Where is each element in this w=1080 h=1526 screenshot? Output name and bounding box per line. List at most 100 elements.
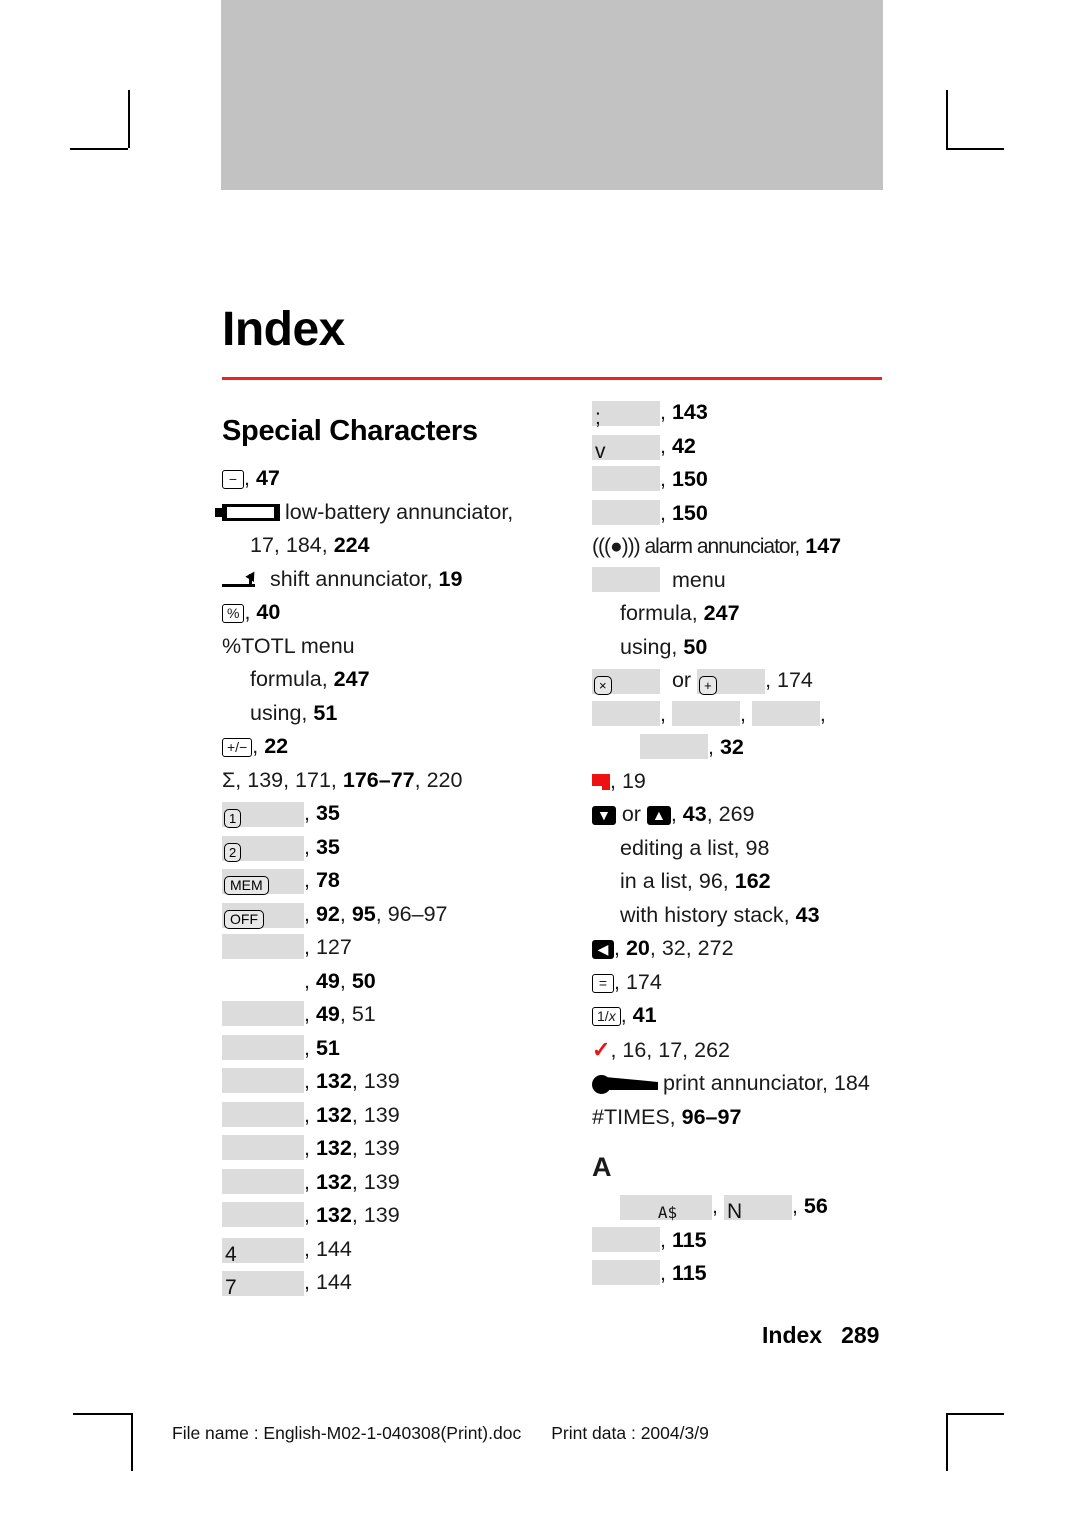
index-subentry: with history stack, 43 [620,902,820,927]
print-data-label: Print data : 2004/3/9 [551,1423,709,1443]
index-entry: , 132, 139 [222,1199,562,1233]
index-entry-label: %TOTL menu [222,633,355,658]
percent-key-icon: % [222,604,245,623]
letter-heading-a: A [592,1152,612,1182]
index-subentry: formula, 247 [250,667,370,691]
index-entry-conjunction: or [671,668,692,692]
header-gray-banner [221,0,883,190]
key-mem-label: MEM [224,876,269,895]
crop-mark-bottom-right [946,1413,1006,1473]
missing-glyph-box [222,1135,304,1160]
folio: Index 289 [762,1322,879,1349]
index-entry: −, 47 [222,462,562,496]
index-entry: menu [592,564,922,598]
crop-mark-top-right [946,90,1006,150]
box-char-n: N [726,1200,743,1223]
missing-glyph-box: 2 [222,835,304,862]
index-subentry-label: formula, [620,601,698,625]
index-subentry: formula, 247 [620,601,740,625]
index-entry: , 132, 139 [222,1065,562,1099]
plus-minus-key-icon: +/− [222,738,253,757]
alarm-annunciator-icon: (((●))) alarm annunciator, [592,535,800,558]
index-entry: , 115 [592,1257,922,1291]
index-entry: , 132, 139 [222,1132,562,1166]
missing-glyph-box: 7 [222,1271,304,1299]
box-char-v: v [595,439,606,463]
equals-key-icon: = [592,973,614,993]
reciprocal-key-icon: 1/x [592,1007,621,1026]
missing-glyph-box: N [723,1195,792,1223]
index-subentry-label: in a list, [620,869,693,893]
missing-glyph-box [592,466,660,491]
missing-glyph-box [222,1101,304,1127]
multiply-key-icon: × [594,676,612,695]
missing-glyph-box [592,1260,660,1285]
index-entry: low-battery annunciator, [215,496,562,530]
index-entry-continuation: 17, 184, 224 [250,533,370,557]
index-entry: v, 42 [592,430,922,464]
folio-label: Index [762,1322,823,1348]
a-dollar-display-box: A$ [620,1195,712,1222]
index-entry: +/−, 22 [222,730,562,764]
missing-glyph-box: ; [592,401,660,429]
missing-glyph-box [222,934,304,959]
red-flag-icon [592,773,610,790]
index-entry-label: menu [671,567,726,592]
plus-key-icon: + [699,676,717,695]
missing-glyph-box [592,499,660,525]
index-entry: , 51 [222,1032,562,1066]
missing-glyph-box: MEM [222,869,304,895]
box-char-semicolon: ; [595,406,601,429]
box-char-4: 4 [225,1242,237,1266]
missing-glyph-box [592,566,660,592]
missing-glyph-box: OFF [222,902,304,929]
index-entry-label: shift annunciator, [270,566,433,591]
missing-glyph-box [751,700,820,726]
index-entry: , 150 [592,497,922,531]
missing-glyph-box [592,700,660,726]
index-column-right: ;, 143 v, 42 , 150 , 150 (((●))) alarm a… [592,396,922,1291]
index-entry: =, 174 [592,966,922,1000]
crop-mark-bottom-left [73,1413,133,1473]
print-production-footer: File name : English-M02-1-040308(Print).… [172,1423,709,1444]
index-entry: %, 40 [222,596,562,630]
index-entry: shift annunciator, 19 [222,563,562,597]
missing-glyph-box: v [592,434,660,463]
key-2-label: 2 [224,842,242,862]
missing-glyph-box [671,700,740,726]
index-subentry-label: using, [620,634,678,659]
missing-glyph-box [222,1001,304,1026]
index-entry-label: #TIMES, [592,1104,676,1129]
index-entry: , 132, 139 [222,1099,562,1133]
index-entry: , 49, 51 [222,998,562,1032]
index-entry-label: print annunciator, [663,1071,828,1095]
key-1-label: 1 [224,809,242,828]
missing-glyph-box [222,1168,304,1194]
index-entry-continuation: , 32 [592,731,922,765]
index-subentry-label: editing a list, [620,835,740,860]
index-entry: , 132, 139 [222,1166,562,1200]
minus-key-icon: − [222,470,244,489]
folio-number: 289 [841,1322,880,1348]
index-subentry-label: with history stack, [620,902,790,927]
index-subentry-label: formula, [250,667,328,691]
index-entry: ;, 143 [592,396,922,430]
index-entry: × or +, 174 [592,664,922,698]
index-entry: ✓, 16, 17, 262 [592,1036,730,1062]
index-entry: 2, 35 [222,831,562,865]
sigma-icon: Σ, [222,767,242,792]
section-heading-special-characters: Special Characters [222,415,478,447]
box-char-a-dollar: A$ [657,1203,678,1222]
missing-glyph-box [222,1068,304,1093]
index-entry: 1/x, 41 [592,999,922,1033]
index-entry: %TOTL menu [222,630,562,664]
index-entry: , 127 [222,931,562,965]
index-entry-conjunction: or [621,802,641,826]
missing-glyph-box [592,1226,660,1252]
index-entry: (((●))) alarm annunciator, 147 [592,534,842,558]
index-entry: OFF, 92, 95, 96–97 [222,898,562,932]
page-title: Index [222,303,345,356]
index-entry: Σ, 139, 171, 176–77, 220 [222,767,463,792]
index-entry: ◀, 20, 32, 272 [592,932,922,966]
up-arrow-key-icon: ▲ [646,806,671,825]
